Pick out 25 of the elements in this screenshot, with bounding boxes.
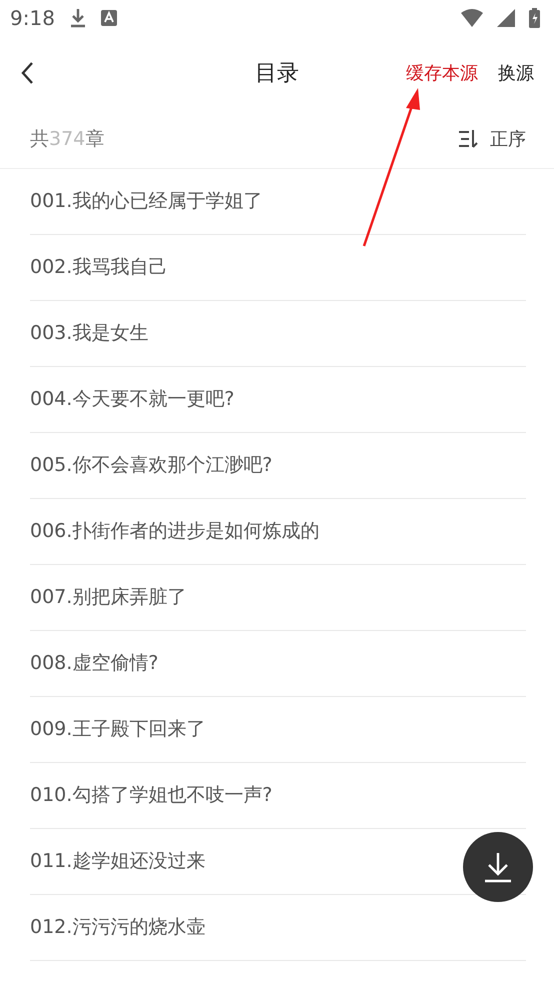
chapter-item[interactable]: 002.我骂我自己 [30, 256, 168, 278]
sort-order-icon [458, 129, 480, 149]
chapter-item[interactable]: 009.王子殿下回来了 [30, 718, 206, 740]
battery-icon [529, 8, 540, 28]
chapter-item[interactable]: 010.勾搭了学姐也不吱一声? [30, 784, 272, 806]
sort-button[interactable]: 正序 [458, 127, 526, 151]
signal-icon [497, 9, 515, 27]
page-title: 目录 [255, 60, 299, 88]
chapter-item[interactable]: 004.今天要不就一更吧? [30, 388, 234, 410]
chapter-item[interactable]: 006.扑街作者的进步是如何炼成的 [30, 520, 320, 542]
chapter-item[interactable]: 007.别把床弄脏了 [30, 586, 186, 608]
notification-icon [100, 10, 117, 26]
header-action[interactable]: 换源 [498, 61, 534, 85]
wifi-icon [461, 9, 483, 27]
back-icon[interactable] [20, 61, 34, 85]
chapter-item[interactable]: 003.我是女生 [30, 322, 148, 344]
chapter-item[interactable]: 005.你不会喜欢那个江渺吧? [30, 454, 272, 476]
header-action[interactable]: 缓存本源 [406, 61, 478, 85]
chapter-item[interactable]: 008.虚空偷情? [30, 652, 158, 674]
chapter-item[interactable]: 011.趁学姐还没过来 [30, 850, 206, 872]
status-time: 9:18 [10, 6, 55, 30]
chapter-item[interactable]: 012.污污污的烧水壶 [30, 916, 206, 938]
chapter-item[interactable]: 001.我的心已经属于学姐了 [30, 190, 262, 212]
chapter-count: 共374章 [30, 127, 104, 152]
download-icon [68, 8, 87, 28]
